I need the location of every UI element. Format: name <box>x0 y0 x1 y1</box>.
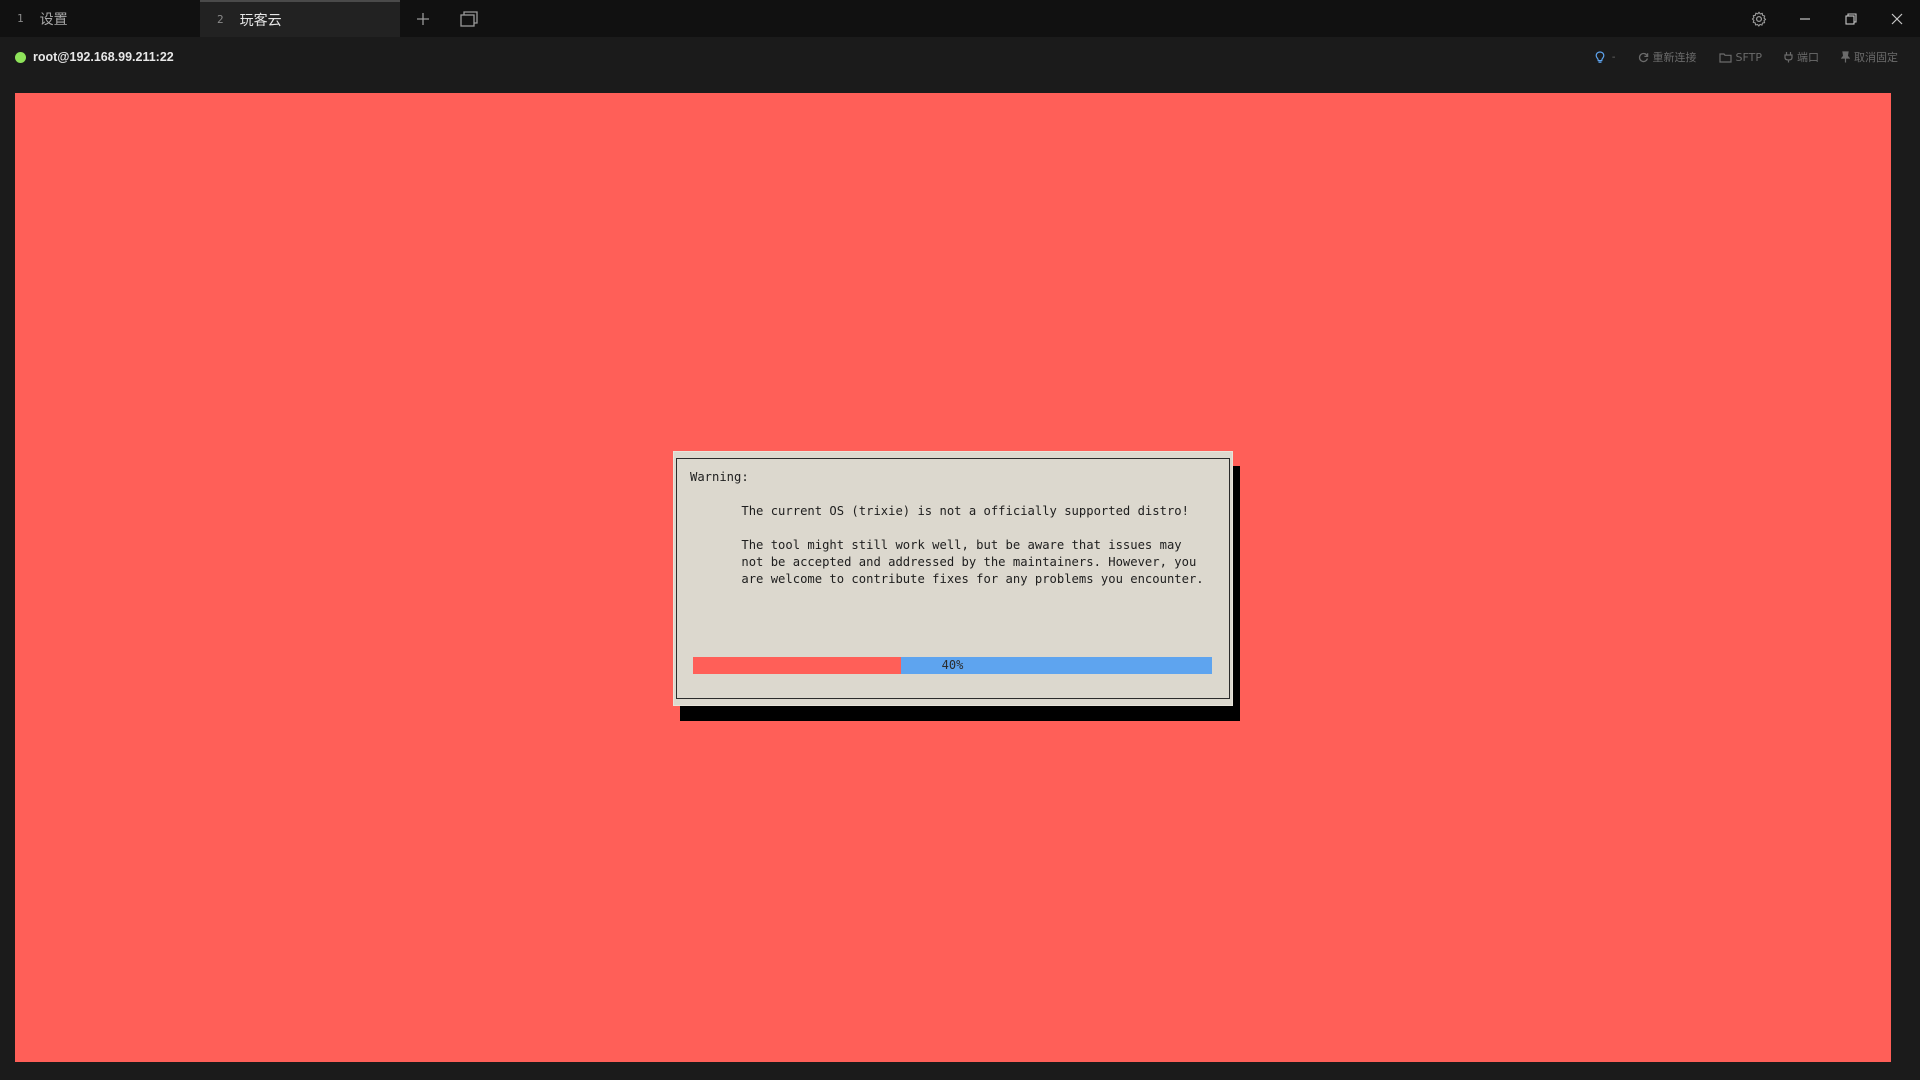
dialog-line-os: The current OS (trixie) is not a officia… <box>741 504 1189 518</box>
settings-button[interactable] <box>1736 0 1782 37</box>
sftp-button[interactable]: SFTP <box>1718 50 1762 64</box>
hint-button[interactable]: - <box>1595 50 1616 64</box>
dialog-line: not be accepted and addressed by the mai… <box>741 555 1197 569</box>
dialog-line: The tool might still work well, but be a… <box>741 538 1182 552</box>
plug-icon <box>1784 52 1793 63</box>
dialog-text: Warning: The current OS (trixie) is not … <box>690 469 1204 588</box>
session-actions: - 重新连接 SFTP 端口 取消固定 <box>1573 49 1898 65</box>
dialog-title: Warning: <box>690 470 749 484</box>
gear-icon <box>1751 11 1767 27</box>
title-bar: 1 设置 2 玩客云 <box>0 0 1920 37</box>
refresh-icon <box>1638 52 1648 62</box>
restore-icon <box>1845 12 1857 25</box>
tab-label: 玩客云 <box>239 12 282 29</box>
dialog-frame: Warning: The current OS (trixie) is not … <box>676 458 1230 699</box>
sftp-label: SFTP <box>1735 50 1762 64</box>
terminal-screen[interactable]: Warning: The current OS (trixie) is not … <box>15 93 1891 1062</box>
tab-number: 1 <box>17 12 24 25</box>
tab-wankeyun[interactable]: 2 玩客云 <box>200 0 400 37</box>
tab-settings[interactable]: 1 设置 <box>0 0 200 37</box>
dialog-line: are welcome to contribute fixes for any … <box>741 572 1204 586</box>
reconnect-label: 重新连接 <box>1652 51 1697 64</box>
tab-overview-button[interactable] <box>446 0 492 37</box>
progress-bar: 40% <box>693 657 1212 674</box>
folder-icon <box>1718 52 1732 63</box>
unpin-label: 取消固定 <box>1854 51 1898 64</box>
session-bar: root@192.168.99.211:22 - 重新连接 SFTP 端口 取消… <box>0 37 1920 77</box>
minimize-icon <box>1800 17 1810 20</box>
lightbulb-icon <box>1595 50 1605 63</box>
new-tab-button[interactable] <box>400 0 446 37</box>
windows-icon <box>460 10 478 27</box>
close-icon <box>1891 13 1903 24</box>
minimize-button[interactable] <box>1782 0 1828 37</box>
unpin-button[interactable]: 取消固定 <box>1841 49 1898 65</box>
tab-number: 2 <box>217 13 224 26</box>
progress-label: 40% <box>941 658 964 672</box>
plus-icon <box>417 12 429 25</box>
hint-caret: - <box>1611 51 1616 63</box>
host-label: root@192.168.99.211:22 <box>33 50 174 64</box>
pin-icon <box>1841 51 1850 63</box>
warning-dialog: Warning: The current OS (trixie) is not … <box>673 451 1233 706</box>
restore-button[interactable] <box>1828 0 1874 37</box>
port-button[interactable]: 端口 <box>1784 49 1819 65</box>
connection-status-dot <box>15 51 26 63</box>
tab-label: 设置 <box>39 11 68 28</box>
port-label: 端口 <box>1797 51 1819 64</box>
reconnect-button[interactable]: 重新连接 <box>1638 49 1697 65</box>
drag-region[interactable] <box>492 0 1736 37</box>
close-button[interactable] <box>1874 0 1920 37</box>
